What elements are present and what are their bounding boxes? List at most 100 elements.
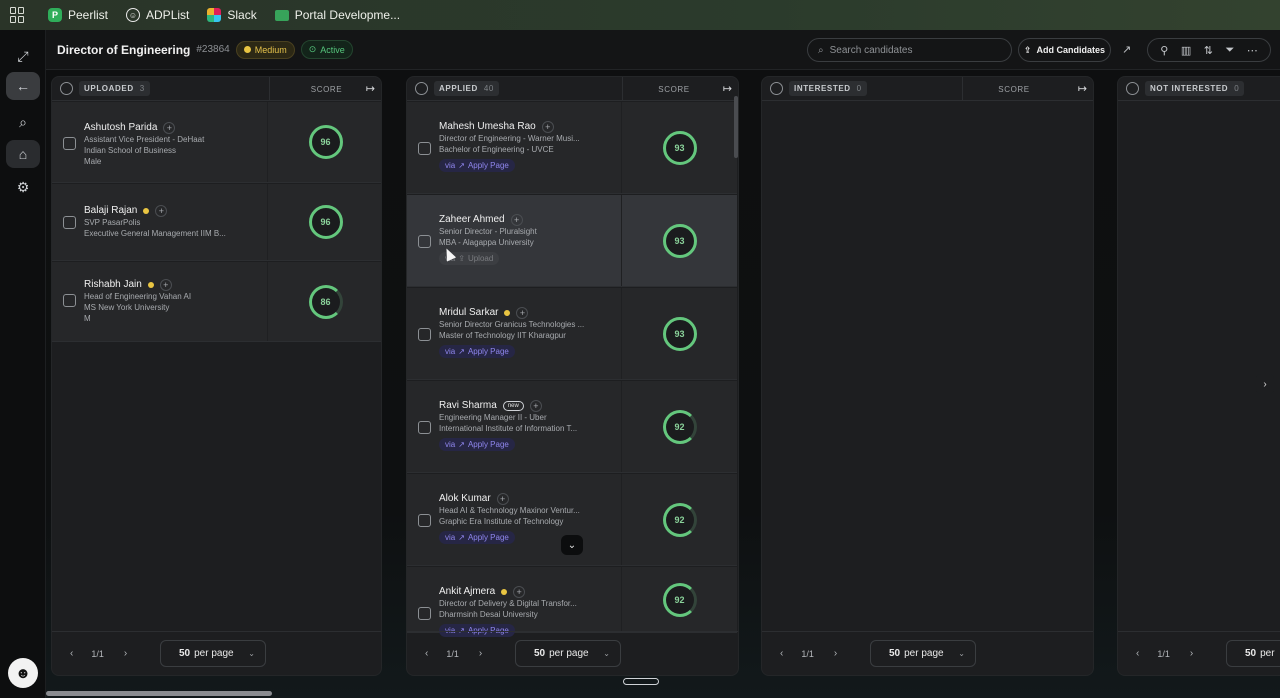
add-tag-icon[interactable]: + <box>159 278 172 291</box>
source-tag[interactable]: via ↗ Apply Page <box>439 345 515 358</box>
add-tag-icon[interactable]: + <box>541 120 554 133</box>
candidate-name[interactable]: Rishabh Jain <box>84 279 142 290</box>
column-applied: APPLIED 40 SCORE ↦ Mahesh Umesha Rao + Dir… <box>406 76 739 676</box>
candidate-card[interactable]: Rishabh Jain + Head of Engineering Vahan … <box>52 262 381 342</box>
score-ring: 92 <box>662 502 697 537</box>
candidate-education: MS New York University <box>84 303 170 312</box>
per-page-select[interactable]: 50 per page ⌄ <box>160 640 266 667</box>
bookmark-portal[interactable]: Portal Developme... <box>274 8 400 22</box>
prev-page-icon[interactable]: ‹ <box>780 648 783 659</box>
sort-icon[interactable]: ⇅ <box>1204 44 1213 57</box>
bookmark-adplist[interactable]: ☺ ADPList <box>126 8 189 22</box>
column-scrollbar[interactable] <box>734 96 738 158</box>
home-icon[interactable]: ⌂ <box>6 140 40 168</box>
candidate-name[interactable]: Mridul Sarkar <box>439 307 498 318</box>
candidate-card[interactable]: Ashutosh Parida + Assistant Vice Presiden… <box>52 102 381 183</box>
scroll-right-button[interactable]: › <box>1256 374 1274 394</box>
column-label: APPLIED 40 <box>434 81 499 96</box>
select-all-checkbox[interactable] <box>1126 82 1139 95</box>
status-badge[interactable]: ⊙ Active <box>300 40 353 59</box>
per-page-select[interactable]: 50 per <box>1226 640 1280 667</box>
candidate-name[interactable]: Alok Kumar <box>439 493 491 504</box>
candidate-card[interactable]: Zaheer Ahmed + Senior Director - Pluralsi… <box>407 195 737 287</box>
peerlist-icon: P <box>48 8 62 22</box>
candidate-checkbox[interactable] <box>63 216 76 229</box>
next-page-icon[interactable]: › <box>834 648 837 659</box>
filter-icon[interactable]: ⏷ <box>1225 44 1234 57</box>
priority-badge[interactable]: Medium <box>235 40 295 59</box>
settings-gear-icon[interactable]: ⚙ <box>6 173 40 201</box>
candidate-checkbox[interactable] <box>418 142 431 155</box>
candidate-name[interactable]: Ravi Sharma <box>439 400 497 411</box>
portal-icon <box>274 9 289 21</box>
add-candidates-button[interactable]: ⇪ Add Candidates <box>1018 38 1111 62</box>
candidate-checkbox[interactable] <box>63 137 76 150</box>
collapse-column-icon[interactable]: ↦ <box>366 82 375 95</box>
candidate-card[interactable]: Ankit Ajmera + Director of Delivery & Dig… <box>407 567 737 637</box>
pin-icon[interactable]: ⚲ <box>1160 44 1168 57</box>
upload-icon: ⇪ <box>1023 44 1032 55</box>
candidate-education: International Institute of Information T… <box>439 424 578 433</box>
bookmark-peerlist[interactable]: P Peerlist <box>48 8 108 22</box>
per-page-select[interactable]: 50 per page ⌄ <box>515 640 621 667</box>
next-page-icon[interactable]: › <box>124 648 127 659</box>
candidate-name[interactable]: Mahesh Umesha Rao <box>439 121 536 132</box>
drag-handle[interactable] <box>623 678 659 685</box>
select-all-checkbox[interactable] <box>770 82 783 95</box>
select-all-checkbox[interactable] <box>415 82 428 95</box>
column-label: NOT INTERESTED 0 <box>1145 81 1245 96</box>
bookmark-slack[interactable]: Slack <box>207 8 257 22</box>
bookmarks-bar: P Peerlist ☺ ADPList Slack Portal Developm… <box>0 0 1280 30</box>
horizontal-scrollbar[interactable] <box>46 691 272 696</box>
next-page-icon[interactable]: › <box>1190 648 1193 659</box>
candidate-role: Director of Delivery & Digital Transfor.… <box>439 599 577 608</box>
candidate-checkbox[interactable] <box>418 514 431 527</box>
collapse-column-icon[interactable]: ↦ <box>723 82 732 95</box>
candidate-checkbox[interactable] <box>418 328 431 341</box>
add-tag-icon[interactable]: + <box>513 585 526 598</box>
upload-icon: ⇪ <box>458 254 465 263</box>
add-tag-icon[interactable]: + <box>496 492 509 505</box>
select-all-checkbox[interactable] <box>60 82 73 95</box>
candidate-card[interactable]: Mridul Sarkar + Senior Director Granicus … <box>407 288 737 380</box>
candidate-card[interactable]: Ravi Sharma new + Engineering Manager II -… <box>407 381 737 473</box>
add-tag-icon[interactable]: + <box>163 121 176 134</box>
next-page-icon[interactable]: › <box>479 648 482 659</box>
search-icon[interactable]: ⌕ <box>6 108 40 136</box>
prev-page-icon[interactable]: ‹ <box>425 648 428 659</box>
add-tag-icon[interactable]: + <box>155 204 168 217</box>
candidate-card[interactable]: Mahesh Umesha Rao + Director of Engineeri… <box>407 102 737 194</box>
candidate-checkbox[interactable] <box>63 294 76 307</box>
candidate-card[interactable]: Balaji Rajan + SVP PasarPolis Executive G… <box>52 184 381 261</box>
score-ring: 86 <box>308 284 343 319</box>
apps-grid-icon[interactable] <box>10 7 26 23</box>
add-tag-icon[interactable]: + <box>510 213 523 226</box>
left-rail: ⤢ ← ⌕ ⌂ ⚙ ☻ <box>0 30 46 698</box>
per-page-select[interactable]: 50 per page ⌄ <box>870 640 976 667</box>
slack-icon <box>207 8 222 22</box>
source-tag[interactable]: via ↗ Apply Page <box>439 159 515 172</box>
user-avatar[interactable]: ☻ <box>8 658 38 688</box>
score-ring: 93 <box>662 316 697 351</box>
scroll-down-button[interactable]: ⌄ <box>561 535 583 555</box>
search-candidates-input[interactable]: ⌕ Search candidates <box>807 38 1012 62</box>
candidate-name[interactable]: Zaheer Ahmed <box>439 214 505 225</box>
candidate-name[interactable]: Balaji Rajan <box>84 205 137 216</box>
expand-icon[interactable]: ⤢ <box>6 42 40 70</box>
prev-page-icon[interactable]: ‹ <box>70 648 73 659</box>
source-tag[interactable]: via ↗ Apply Page <box>439 438 515 451</box>
add-tag-icon[interactable]: + <box>529 399 542 412</box>
candidate-checkbox[interactable] <box>418 421 431 434</box>
candidate-checkbox[interactable] <box>418 607 431 620</box>
candidate-name[interactable]: Ashutosh Parida <box>84 122 157 133</box>
more-icon[interactable]: ⋯ <box>1247 44 1258 57</box>
prev-page-icon[interactable]: ‹ <box>1136 648 1139 659</box>
candidate-checkbox[interactable] <box>418 235 431 248</box>
candidate-name[interactable]: Ankit Ajmera <box>439 586 495 597</box>
add-tag-icon[interactable]: + <box>516 306 529 319</box>
external-link-icon[interactable]: ↗ <box>1122 43 1136 57</box>
back-button[interactable]: ← <box>6 72 40 100</box>
columns-icon[interactable]: ▥ <box>1181 44 1191 57</box>
source-tag[interactable]: via ↗ Apply Page <box>439 531 515 544</box>
collapse-column-icon[interactable]: ↦ <box>1078 82 1087 95</box>
